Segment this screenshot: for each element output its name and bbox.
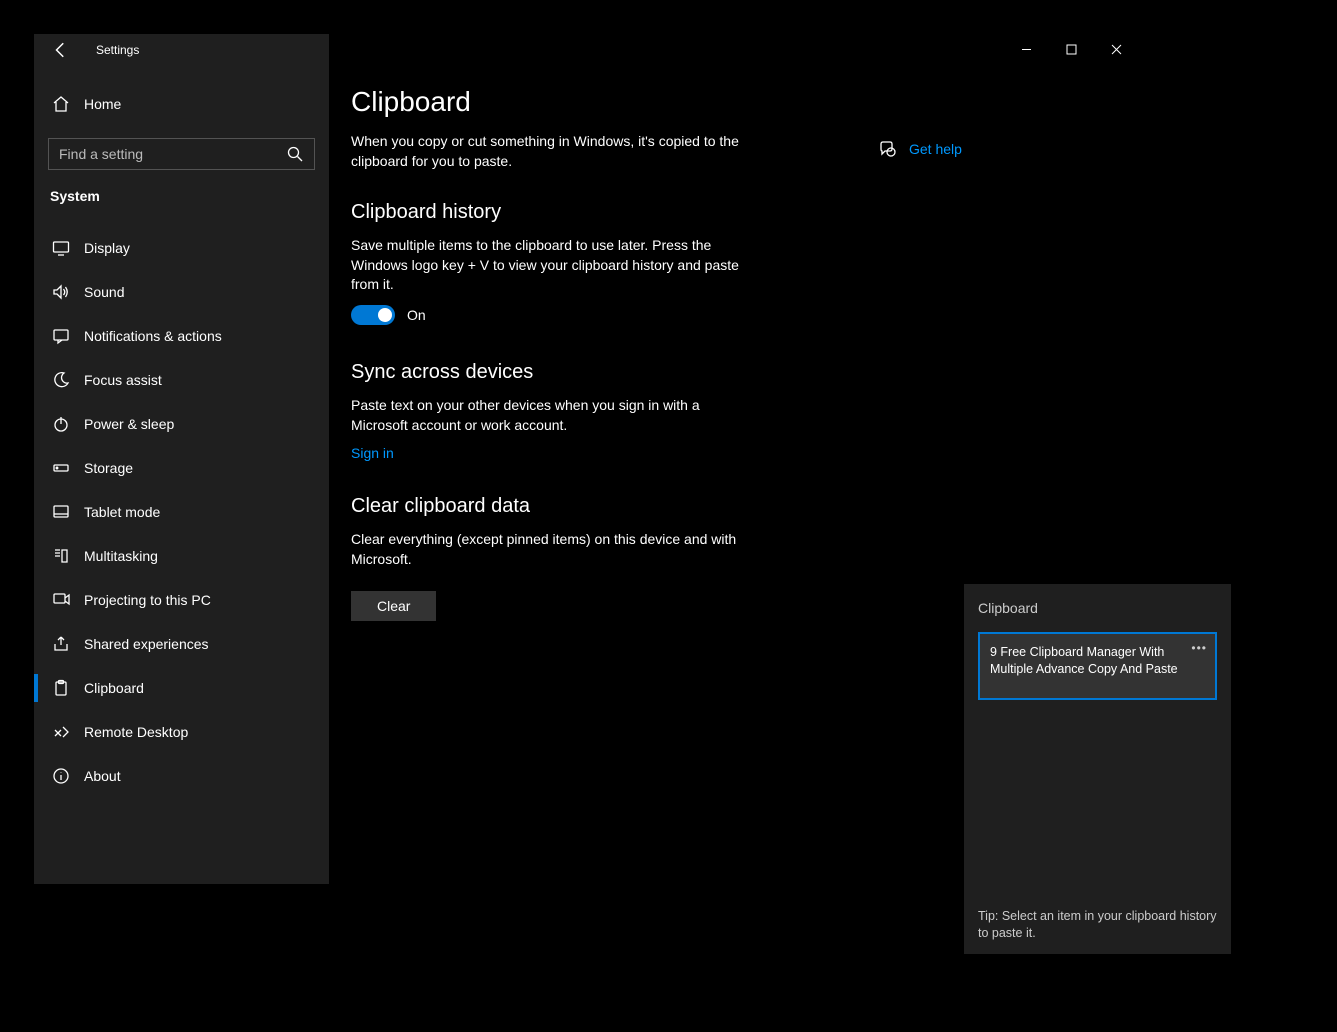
sidebar-item-multitask[interactable]: Multitasking — [34, 534, 329, 578]
home-icon — [52, 95, 70, 113]
history-heading: Clipboard history — [351, 201, 1139, 224]
close-button[interactable] — [1094, 34, 1139, 64]
sidebar-item-label: Display — [84, 240, 130, 256]
titlebar: Settings — [34, 34, 329, 66]
sidebar-item-label: Tablet mode — [84, 504, 160, 520]
sound-icon — [52, 283, 70, 301]
sidebar-item-power[interactable]: Power & sleep — [34, 402, 329, 446]
sidebar-item-remote[interactable]: Remote Desktop — [34, 710, 329, 754]
sidebar-item-label: Focus assist — [84, 372, 162, 388]
sidebar-item-label: Projecting to this PC — [84, 592, 211, 608]
sidebar-item-label: Power & sleep — [84, 416, 174, 432]
clipboard-flyout: Clipboard 9 Free Clipboard Manager With … — [963, 583, 1232, 955]
sync-heading: Sync across devices — [351, 361, 1139, 384]
sidebar: Settings Home System Display Sound — [34, 34, 329, 884]
sidebar-item-shared[interactable]: Shared experiences — [34, 622, 329, 666]
sidebar-item-display[interactable]: Display — [34, 226, 329, 270]
search-input[interactable] — [59, 146, 286, 162]
back-icon[interactable] — [52, 41, 70, 59]
clear-button[interactable]: Clear — [351, 591, 436, 621]
window-title: Settings — [96, 43, 139, 57]
sidebar-item-label: Remote Desktop — [84, 724, 188, 740]
clear-heading: Clear clipboard data — [351, 495, 1139, 518]
sidebar-nav: Display Sound Notifications & actions Fo… — [34, 226, 329, 798]
project-icon — [52, 591, 70, 609]
sign-in-link[interactable]: Sign in — [351, 445, 394, 461]
search-icon — [286, 145, 304, 163]
sidebar-category: System — [34, 178, 329, 226]
clipboard-item[interactable]: 9 Free Clipboard Manager With Multiple A… — [978, 632, 1217, 700]
history-toggle-state: On — [407, 307, 426, 323]
shared-icon — [52, 635, 70, 653]
help-link-text: Get help — [909, 141, 962, 157]
sync-desc: Paste text on your other devices when yo… — [351, 396, 751, 435]
flyout-title: Clipboard — [978, 600, 1217, 616]
info-icon — [52, 767, 70, 785]
sidebar-item-label: Clipboard — [84, 680, 144, 696]
history-toggle[interactable] — [351, 305, 395, 325]
notifications-icon — [52, 327, 70, 345]
sidebar-item-sound[interactable]: Sound — [34, 270, 329, 314]
sidebar-item-tablet[interactable]: Tablet mode — [34, 490, 329, 534]
clipboard-icon — [52, 679, 70, 697]
home-label: Home — [84, 96, 121, 112]
power-icon — [52, 415, 70, 433]
flyout-tip: Tip: Select an item in your clipboard hi… — [978, 908, 1217, 942]
sidebar-item-clipboard[interactable]: Clipboard — [34, 666, 329, 710]
window-controls — [1004, 34, 1139, 64]
sidebar-item-about[interactable]: About — [34, 754, 329, 798]
clear-desc: Clear everything (except pinned items) o… — [351, 530, 751, 569]
sidebar-item-label: Storage — [84, 460, 133, 476]
remote-icon — [52, 723, 70, 741]
page-title: Clipboard — [351, 86, 1139, 118]
multitask-icon — [52, 547, 70, 565]
sidebar-home[interactable]: Home — [34, 84, 329, 124]
sidebar-item-storage[interactable]: Storage — [34, 446, 329, 490]
sidebar-item-label: Sound — [84, 284, 124, 300]
help-link-row[interactable]: Get help — [879, 140, 962, 158]
sidebar-item-projecting[interactable]: Projecting to this PC — [34, 578, 329, 622]
sidebar-item-label: About — [84, 768, 121, 784]
search-box[interactable] — [48, 138, 315, 170]
more-icon[interactable]: ••• — [1191, 640, 1207, 656]
moon-icon — [52, 371, 70, 389]
history-desc: Save multiple items to the clipboard to … — [351, 236, 751, 295]
clipboard-item-text: 9 Free Clipboard Manager With Multiple A… — [990, 645, 1178, 676]
tablet-icon — [52, 503, 70, 521]
minimize-button[interactable] — [1004, 34, 1049, 64]
sidebar-item-focus[interactable]: Focus assist — [34, 358, 329, 402]
history-toggle-row: On — [351, 305, 1139, 325]
help-icon — [879, 140, 897, 158]
intro-text: When you copy or cut something in Window… — [351, 132, 751, 171]
sidebar-item-label: Notifications & actions — [84, 328, 222, 344]
storage-icon — [52, 459, 70, 477]
display-icon — [52, 239, 70, 257]
sidebar-item-label: Multitasking — [84, 548, 158, 564]
sidebar-item-notifications[interactable]: Notifications & actions — [34, 314, 329, 358]
maximize-button[interactable] — [1049, 34, 1094, 64]
sidebar-item-label: Shared experiences — [84, 636, 209, 652]
